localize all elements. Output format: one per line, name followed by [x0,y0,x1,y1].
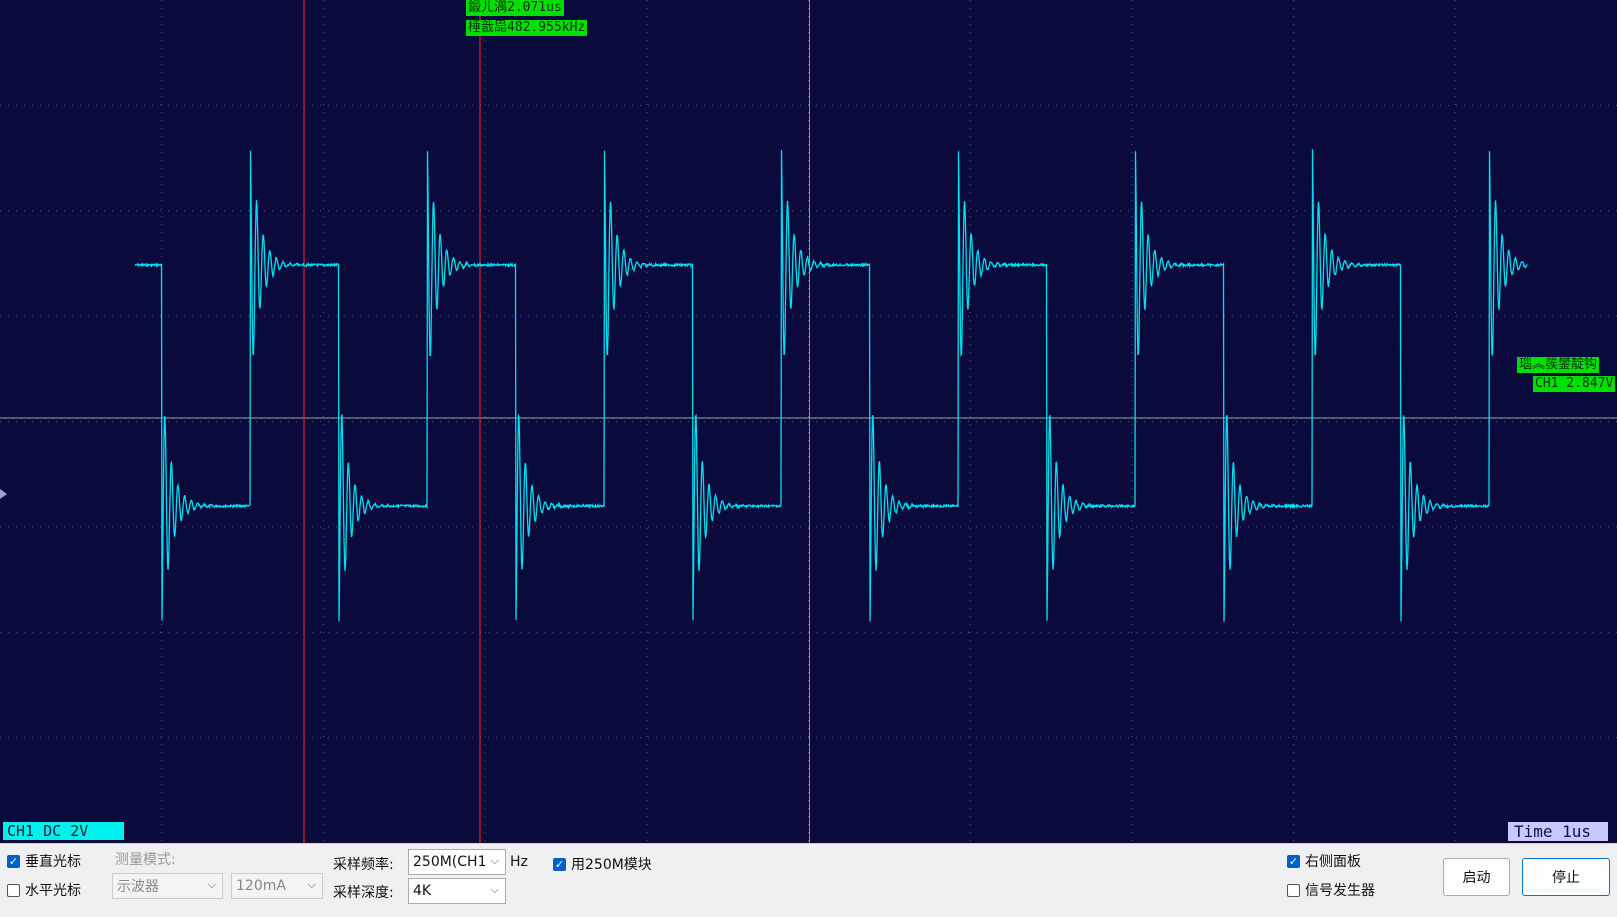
chevron-down-icon: ⌵ [490,883,499,896]
vertical-cursor-checkbox[interactable]: ✓ 垂直光标 [7,851,81,871]
chevron-down-icon: ⌵ [307,878,316,891]
stop-button[interactable]: 停止 [1522,858,1610,896]
cursor-frequency-label: 棰戠巼482.955kHz [466,20,588,36]
sample-depth-select[interactable]: 4K ⌵ [408,878,506,904]
sample-rate-select[interactable]: 250M(CH1 ⌵ [408,849,506,875]
control-panel: ✓ 垂直光标 水平光标 测量模式: 示波器 ⌵ 120mA ⌵ 采样频率: 250M… [0,843,1617,917]
signal-generator-checkbox[interactable]: 信号发生器 [1287,880,1375,900]
trigger-level-value: CH1 2.847V [1533,376,1616,392]
waveform-canvas[interactable] [0,0,1617,843]
use-250m-checkbox[interactable]: ✓ 用250M模块 [553,854,652,874]
checkbox-unchecked-icon [7,883,20,897]
ground-marker-icon[interactable] [0,489,7,499]
chevron-down-icon: ⌵ [207,878,216,891]
cursor-time-label: 鍛ㄦ湡2.071us [466,0,564,16]
timebase-info-badge: Time 1us [1508,822,1608,841]
measure-mode-label: 测量模式: [115,852,176,868]
checkbox-checked-icon: ✓ [7,854,20,868]
ch1-waveform-trace [134,149,1528,622]
checkbox-unchecked-icon [1287,883,1300,897]
start-button[interactable]: 启动 [1443,858,1510,896]
checkbox-checked-icon: ✓ [1287,854,1300,868]
checkbox-checked-icon: ✓ [553,857,566,871]
right-panel-checkbox[interactable]: ✓ 右侧面板 [1287,851,1361,871]
horizontal-cursor-checkbox[interactable]: 水平光标 [7,880,81,900]
oscilloscope-display[interactable]: 鍛ㄦ湡2.071us 棰戠巼482.955kHz 瑙︽彂鐢靛钩 CH1 2.84… [0,0,1617,843]
sample-depth-label: 采样深度: [333,885,394,901]
sample-rate-label: 采样频率: [333,857,394,873]
chevron-down-icon: ⌵ [490,854,499,867]
current-range-select[interactable]: 120mA ⌵ [231,873,323,899]
channel-info-badge: CH1 DC 2V [3,822,124,840]
sample-rate-unit: Hz [510,854,528,870]
trigger-level-label: 瑙︽彂鐢靛钩 [1517,357,1600,373]
measure-mode-select[interactable]: 示波器 ⌵ [112,873,223,899]
